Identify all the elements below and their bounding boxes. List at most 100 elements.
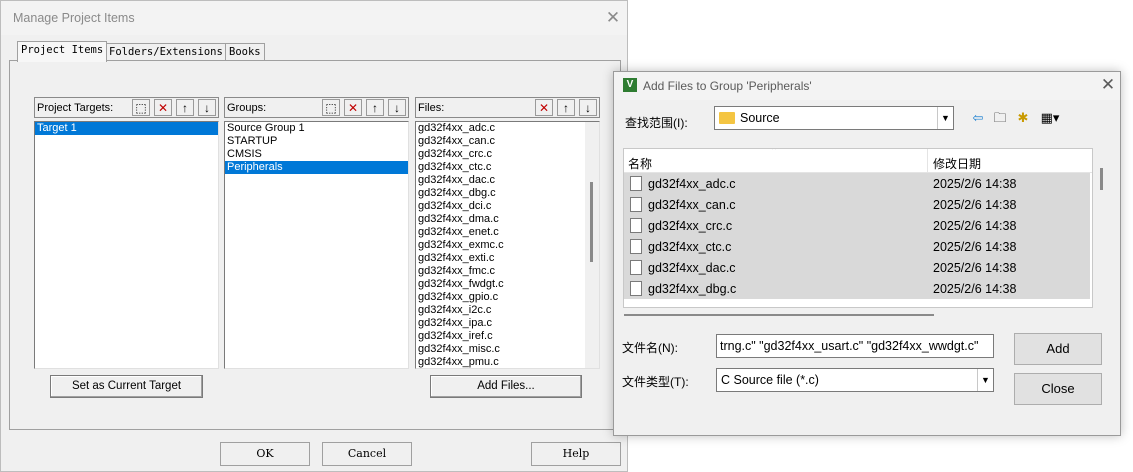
file-name: gd32f4xx_dac.c: [648, 261, 736, 275]
target-item[interactable]: Target 1: [35, 122, 218, 135]
add-files-button[interactable]: Add Files...: [430, 375, 582, 398]
delete-target-icon[interactable]: ✕: [154, 99, 172, 116]
tab-books[interactable]: Books: [225, 43, 265, 61]
group-item[interactable]: Source Group 1: [225, 122, 408, 135]
file-item[interactable]: gd32f4xx_misc.c: [416, 343, 599, 356]
file-icon: [630, 197, 642, 212]
up-folder-icon[interactable]: 🗀: [990, 109, 1010, 127]
file-item[interactable]: gd32f4xx_enet.c: [416, 226, 599, 239]
file-name: gd32f4xx_crc.c: [648, 219, 733, 233]
chevron-down-icon[interactable]: ▼: [937, 107, 953, 129]
cancel-button[interactable]: Cancel: [322, 442, 412, 466]
close-button[interactable]: Close: [1014, 373, 1102, 405]
file-item[interactable]: gd32f4xx_crc.c: [416, 148, 599, 161]
close-icon[interactable]: ✕: [601, 6, 625, 30]
group-item[interactable]: CMSIS: [225, 148, 408, 161]
move-down-icon[interactable]: ↓: [388, 99, 406, 116]
file-item[interactable]: gd32f4xx_can.c: [416, 135, 599, 148]
title-bar: Manage Project Items ✕: [1, 1, 627, 35]
tab-project-items[interactable]: Project Items: [17, 41, 108, 62]
new-target-icon[interactable]: ⬚: [132, 99, 150, 116]
filename-input[interactable]: trng.c" "gd32f4xx_usart.c" "gd32f4xx_wwd…: [716, 334, 994, 358]
groups-list[interactable]: Source Group 1 STARTUP CMSIS Peripherals: [224, 121, 409, 369]
file-item[interactable]: gd32f4xx_fmc.c: [416, 265, 599, 278]
app-icon: V: [623, 78, 637, 92]
tab-folders-extensions[interactable]: Folders/Extensions: [105, 43, 227, 61]
dialog-title: Manage Project Items: [13, 11, 135, 25]
file-item[interactable]: gd32f4xx_iref.c: [416, 330, 599, 343]
group-item[interactable]: Peripherals: [225, 161, 408, 174]
file-row[interactable]: gd32f4xx_crc.c 2025/2/6 14:38: [624, 215, 1090, 236]
files-list[interactable]: gd32f4xx_adc.c gd32f4xx_can.c gd32f4xx_crc…: [415, 121, 600, 369]
file-item[interactable]: gd32f4xx_gpio.c: [416, 291, 599, 304]
file-icon: [630, 281, 642, 296]
files-scrollbar[interactable]: [585, 122, 599, 368]
file-name: gd32f4xx_adc.c: [648, 177, 736, 191]
view-menu-icon[interactable]: ▦▾: [1036, 109, 1064, 127]
scrollbar-thumb[interactable]: [590, 182, 593, 262]
move-up-icon[interactable]: ↑: [176, 99, 194, 116]
move-down-icon[interactable]: ↓: [198, 99, 216, 116]
file-item[interactable]: gd32f4xx_i2c.c: [416, 304, 599, 317]
column-separator: [927, 149, 928, 173]
new-folder-icon[interactable]: ✱: [1013, 109, 1033, 127]
file-row[interactable]: gd32f4xx_dac.c 2025/2/6 14:38: [624, 257, 1090, 278]
back-icon[interactable]: ⇦: [968, 109, 988, 127]
file-date: 2025/2/6 14:38: [933, 198, 1017, 212]
filename-value: trng.c" "gd32f4xx_usart.c" "gd32f4xx_wwd…: [720, 339, 979, 353]
file-item[interactable]: gd32f4xx_dbg.c: [416, 187, 599, 200]
filetype-select[interactable]: C Source file (*.c) ▼: [716, 368, 994, 392]
targets-header: Project Targets: ⬚ ✕ ↑ ↓: [34, 97, 219, 118]
file-row[interactable]: gd32f4xx_ctc.c 2025/2/6 14:38: [624, 236, 1090, 257]
file-item[interactable]: gd32f4xx_adc.c: [416, 122, 599, 135]
file-item[interactable]: gd32f4xx_dci.c: [416, 200, 599, 213]
dialog-title: Add Files to Group 'Peripherals': [643, 79, 812, 93]
file-item[interactable]: gd32f4xx_exti.c: [416, 252, 599, 265]
file-date: 2025/2/6 14:38: [933, 177, 1017, 191]
file-list[interactable]: ⌃ 名称 修改日期 gd32f4xx_adc.c 2025/2/6 14:38 gd…: [623, 148, 1093, 308]
file-list-hscroll[interactable]: [624, 314, 934, 316]
chevron-down-icon[interactable]: ▼: [977, 369, 993, 391]
file-item[interactable]: gd32f4xx_fwdgt.c: [416, 278, 599, 291]
delete-group-icon[interactable]: ✕: [344, 99, 362, 116]
filetype-label: 文件类型(T):: [622, 375, 689, 389]
files-header: Files: ✕ ↑ ↓: [415, 97, 600, 118]
help-button[interactable]: Help: [531, 442, 621, 466]
filetype-value: C Source file (*.c): [721, 373, 819, 387]
groups-header: Groups: ⬚ ✕ ↑ ↓: [224, 97, 409, 118]
move-up-icon[interactable]: ↑: [557, 99, 575, 116]
move-up-icon[interactable]: ↑: [366, 99, 384, 116]
file-date: 2025/2/6 14:38: [933, 240, 1017, 254]
file-row[interactable]: gd32f4xx_adc.c 2025/2/6 14:38: [624, 173, 1090, 194]
file-item[interactable]: gd32f4xx_pmu.c: [416, 356, 599, 368]
file-item[interactable]: gd32f4xx_exmc.c: [416, 239, 599, 252]
targets-list[interactable]: Target 1: [34, 121, 219, 369]
group-item[interactable]: STARTUP: [225, 135, 408, 148]
column-name[interactable]: 名称: [628, 155, 652, 172]
add-files-dialog: V Add Files to Group 'Peripherals' ✕ 查找范…: [613, 71, 1121, 436]
add-button[interactable]: Add: [1014, 333, 1102, 365]
file-item[interactable]: gd32f4xx_dac.c: [416, 174, 599, 187]
file-item[interactable]: gd32f4xx_ipa.c: [416, 317, 599, 330]
file-row[interactable]: gd32f4xx_dbg.c 2025/2/6 14:38: [624, 278, 1090, 299]
file-row[interactable]: gd32f4xx_can.c 2025/2/6 14:38: [624, 194, 1090, 215]
file-name: gd32f4xx_dbg.c: [648, 282, 737, 296]
ok-button[interactable]: OK: [220, 442, 310, 466]
look-in-combo[interactable]: Source ▼: [714, 106, 954, 130]
file-item[interactable]: gd32f4xx_ctc.c: [416, 161, 599, 174]
look-in-label: 查找范围(I):: [625, 116, 688, 130]
file-list-vscroll[interactable]: [1100, 168, 1103, 190]
new-group-icon[interactable]: ⬚: [322, 99, 340, 116]
file-icon: [630, 218, 642, 233]
close-icon[interactable]: ✕: [1096, 73, 1120, 97]
column-date[interactable]: 修改日期: [933, 155, 981, 172]
move-down-icon[interactable]: ↓: [579, 99, 597, 116]
groups-label: Groups:: [227, 102, 267, 114]
file-item[interactable]: gd32f4xx_dma.c: [416, 213, 599, 226]
manage-project-items-dialog: Manage Project Items ✕ Project Items Fol…: [0, 0, 628, 472]
file-list-header: ⌃ 名称 修改日期: [624, 149, 1092, 173]
delete-file-icon[interactable]: ✕: [535, 99, 553, 116]
file-date: 2025/2/6 14:38: [933, 219, 1017, 233]
set-current-target-button[interactable]: Set as Current Target: [50, 375, 203, 398]
targets-label: Project Targets:: [37, 102, 114, 114]
